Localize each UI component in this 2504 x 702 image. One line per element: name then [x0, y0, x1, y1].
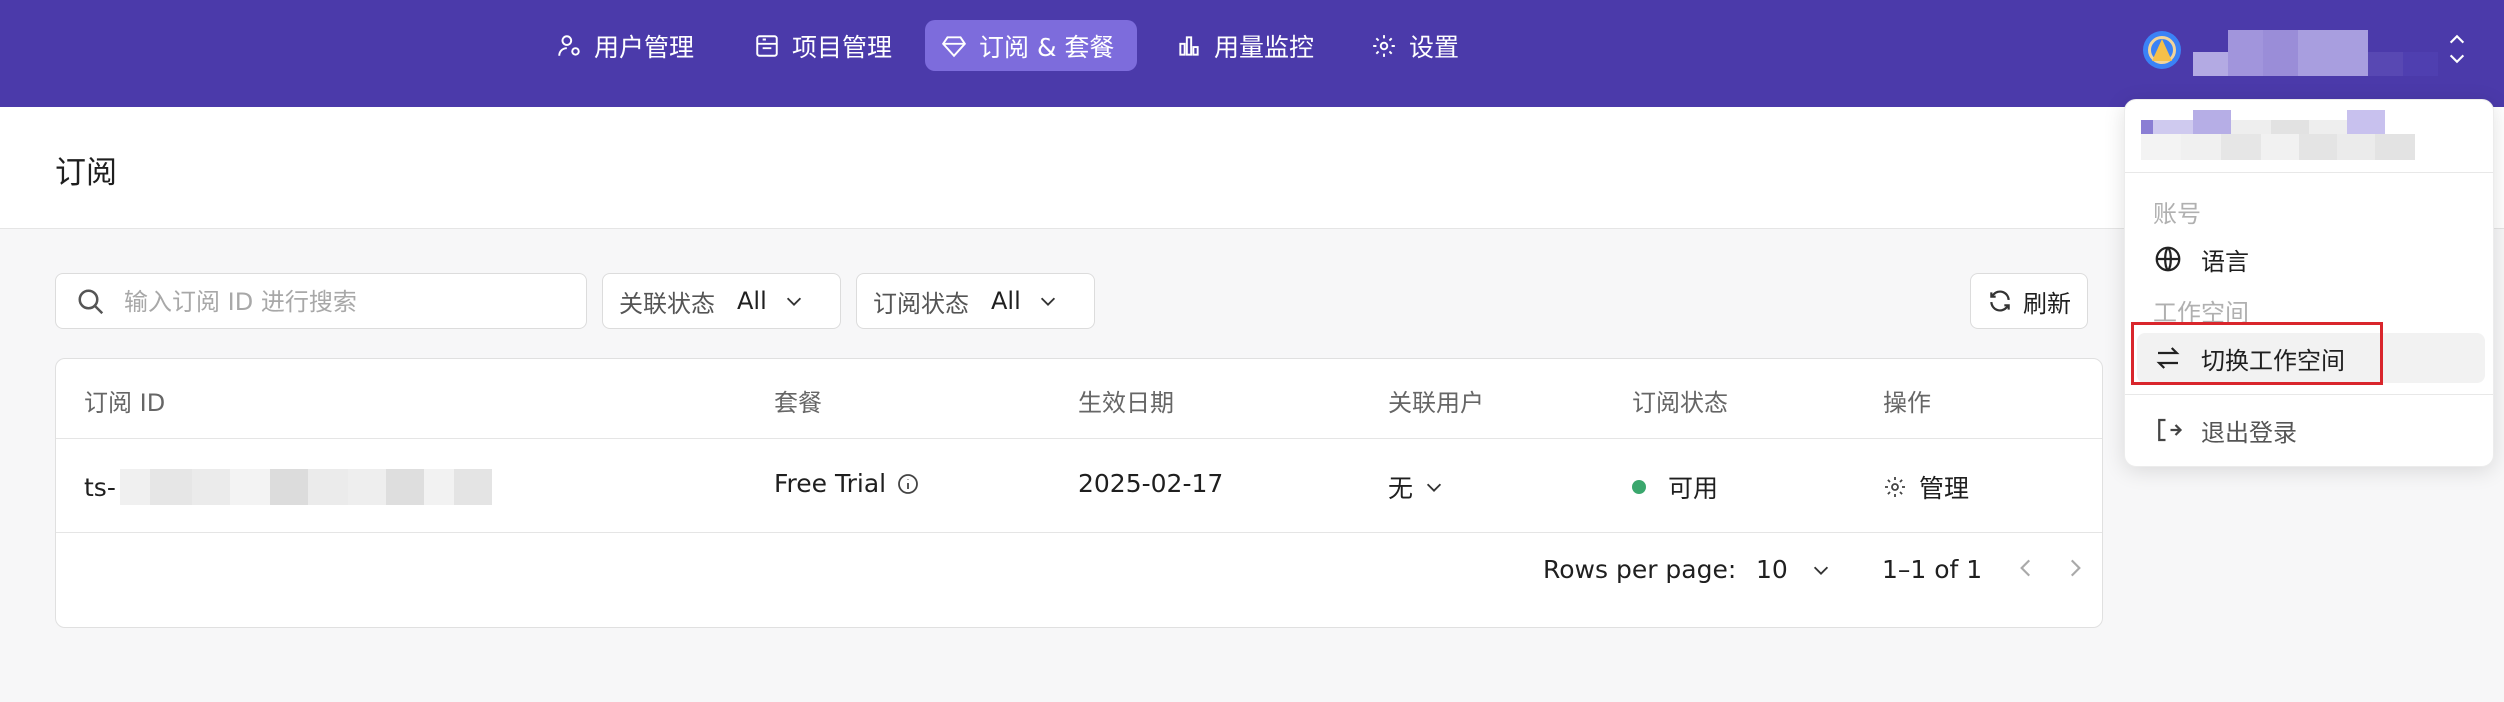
project-icon: [756, 34, 778, 57]
status-cell: 可用: [1632, 469, 1718, 505]
globe-icon: [2155, 246, 2181, 272]
column-header[interactable]: 订阅状态: [1632, 383, 1728, 418]
filter-value: All: [991, 287, 1021, 315]
linked-user-value: 无: [1388, 474, 1414, 503]
nav-project-management[interactable]: 项目管理: [738, 20, 908, 71]
rows-per-page-select[interactable]: 10: [1756, 555, 1832, 584]
nav-usage-monitoring[interactable]: 用量监控: [1160, 20, 1330, 71]
redacted-subscription-id: [119, 469, 492, 505]
column-header[interactable]: 生效日期: [1078, 383, 1174, 418]
filter-label: 关联状态: [619, 289, 715, 318]
plan-cell: Free Trial: [774, 469, 920, 498]
nav-label: 设置: [1409, 32, 1460, 62]
nav-label: 订阅 & 套餐: [979, 32, 1115, 62]
nav-subscriptions[interactable]: 订阅 & 套餐: [925, 20, 1137, 71]
nav-label: 用户管理: [594, 32, 695, 62]
column-header[interactable]: 套餐: [774, 383, 822, 418]
linked-user-cell[interactable]: 无: [1388, 469, 1445, 505]
menu-item-label: 退出登录: [2201, 418, 2297, 447]
user-cog-icon: [558, 34, 580, 56]
nav-settings[interactable]: 设置: [1355, 20, 1475, 71]
table-row[interactable]: ts- Free Trial 2025-02-17 无 可用 管理: [56, 439, 2102, 533]
column-header[interactable]: 操作: [1883, 383, 1931, 418]
menu-item-label: 语言: [2201, 247, 2249, 276]
redacted-user-name[interactable]: [2193, 30, 2438, 76]
effective-date: 2025-02-17: [1078, 469, 1224, 498]
search-box[interactable]: [55, 273, 587, 329]
section-label-account: 账号: [2153, 200, 2201, 228]
gear-icon: [1885, 477, 1905, 497]
chevron-down-icon: [1426, 483, 1442, 492]
refresh-button[interactable]: 刷新: [1970, 273, 2088, 329]
filter-value: All: [737, 287, 767, 315]
bar-chart-icon: [1179, 35, 1199, 56]
column-header[interactable]: 订阅 ID: [84, 383, 165, 418]
language-menu-item[interactable]: 语言: [2137, 234, 2485, 284]
gem-icon: [941, 35, 967, 57]
logout-menu-item[interactable]: 退出登录: [2137, 405, 2485, 455]
filter-label: 订阅状态: [873, 289, 969, 318]
divider: [2125, 172, 2493, 173]
refresh-icon: [1990, 290, 2010, 312]
user-dropdown-menu: 账号 语言 工作空间 切换工作空间 退出登录: [2124, 99, 2494, 467]
chevron-down-icon: [1813, 566, 1828, 575]
chevron-up-down-icon[interactable]: [2444, 32, 2470, 66]
subscription-status-filter[interactable]: 订阅状态 All: [856, 273, 1095, 329]
pagination-range: 1–1 of 1: [1882, 555, 1983, 584]
link-status-filter[interactable]: 关联状态 All: [602, 273, 841, 329]
avatar[interactable]: [2143, 31, 2181, 69]
plan-name: Free Trial: [774, 469, 887, 498]
chevron-down-icon: [1040, 297, 1055, 306]
gear-icon: [1373, 34, 1395, 57]
search-icon: [78, 289, 104, 315]
info-icon[interactable]: [896, 472, 920, 496]
rows-per-page-value: 10: [1756, 555, 1788, 584]
manage-button[interactable]: 管理: [1883, 469, 1969, 505]
table-header: 订阅 ID 套餐 生效日期 关联用户 订阅状态 操作: [56, 359, 2102, 439]
top-navbar: 用户管理 项目管理 订阅 & 套餐 用量监控 设置: [0, 0, 2504, 107]
nav-user-management[interactable]: 用户管理: [540, 20, 710, 71]
redacted-user-info: [2141, 110, 2441, 162]
rows-per-page-label: Rows per page:: [1543, 555, 1737, 584]
nav-label: 用量监控: [1214, 32, 1315, 62]
highlight-annotation-box: [2131, 322, 2383, 385]
subscription-id-prefix: ts-: [84, 472, 116, 502]
refresh-label: 刷新: [2023, 289, 2071, 318]
nav-label: 项目管理: [792, 32, 893, 62]
logout-icon: [2158, 418, 2183, 442]
effective-date-cell: 2025-02-17: [1078, 469, 1223, 498]
subscription-id-cell[interactable]: ts-: [84, 469, 492, 505]
search-input[interactable]: [124, 286, 564, 318]
page-title: 订阅: [55, 155, 117, 191]
status-dot: [1632, 480, 1646, 494]
column-header[interactable]: 关联用户: [1388, 383, 1484, 418]
subscriptions-table: 订阅 ID 套餐 生效日期 关联用户 订阅状态 操作 ts- Free Tria…: [55, 358, 2103, 628]
divider: [2125, 394, 2493, 395]
chevron-left-icon[interactable]: [2013, 555, 2039, 581]
status-badge: 可用: [1668, 474, 1719, 503]
chevron-down-icon: [786, 297, 801, 306]
manage-label: 管理: [1919, 474, 1970, 503]
chevron-right-icon[interactable]: [2062, 555, 2088, 581]
